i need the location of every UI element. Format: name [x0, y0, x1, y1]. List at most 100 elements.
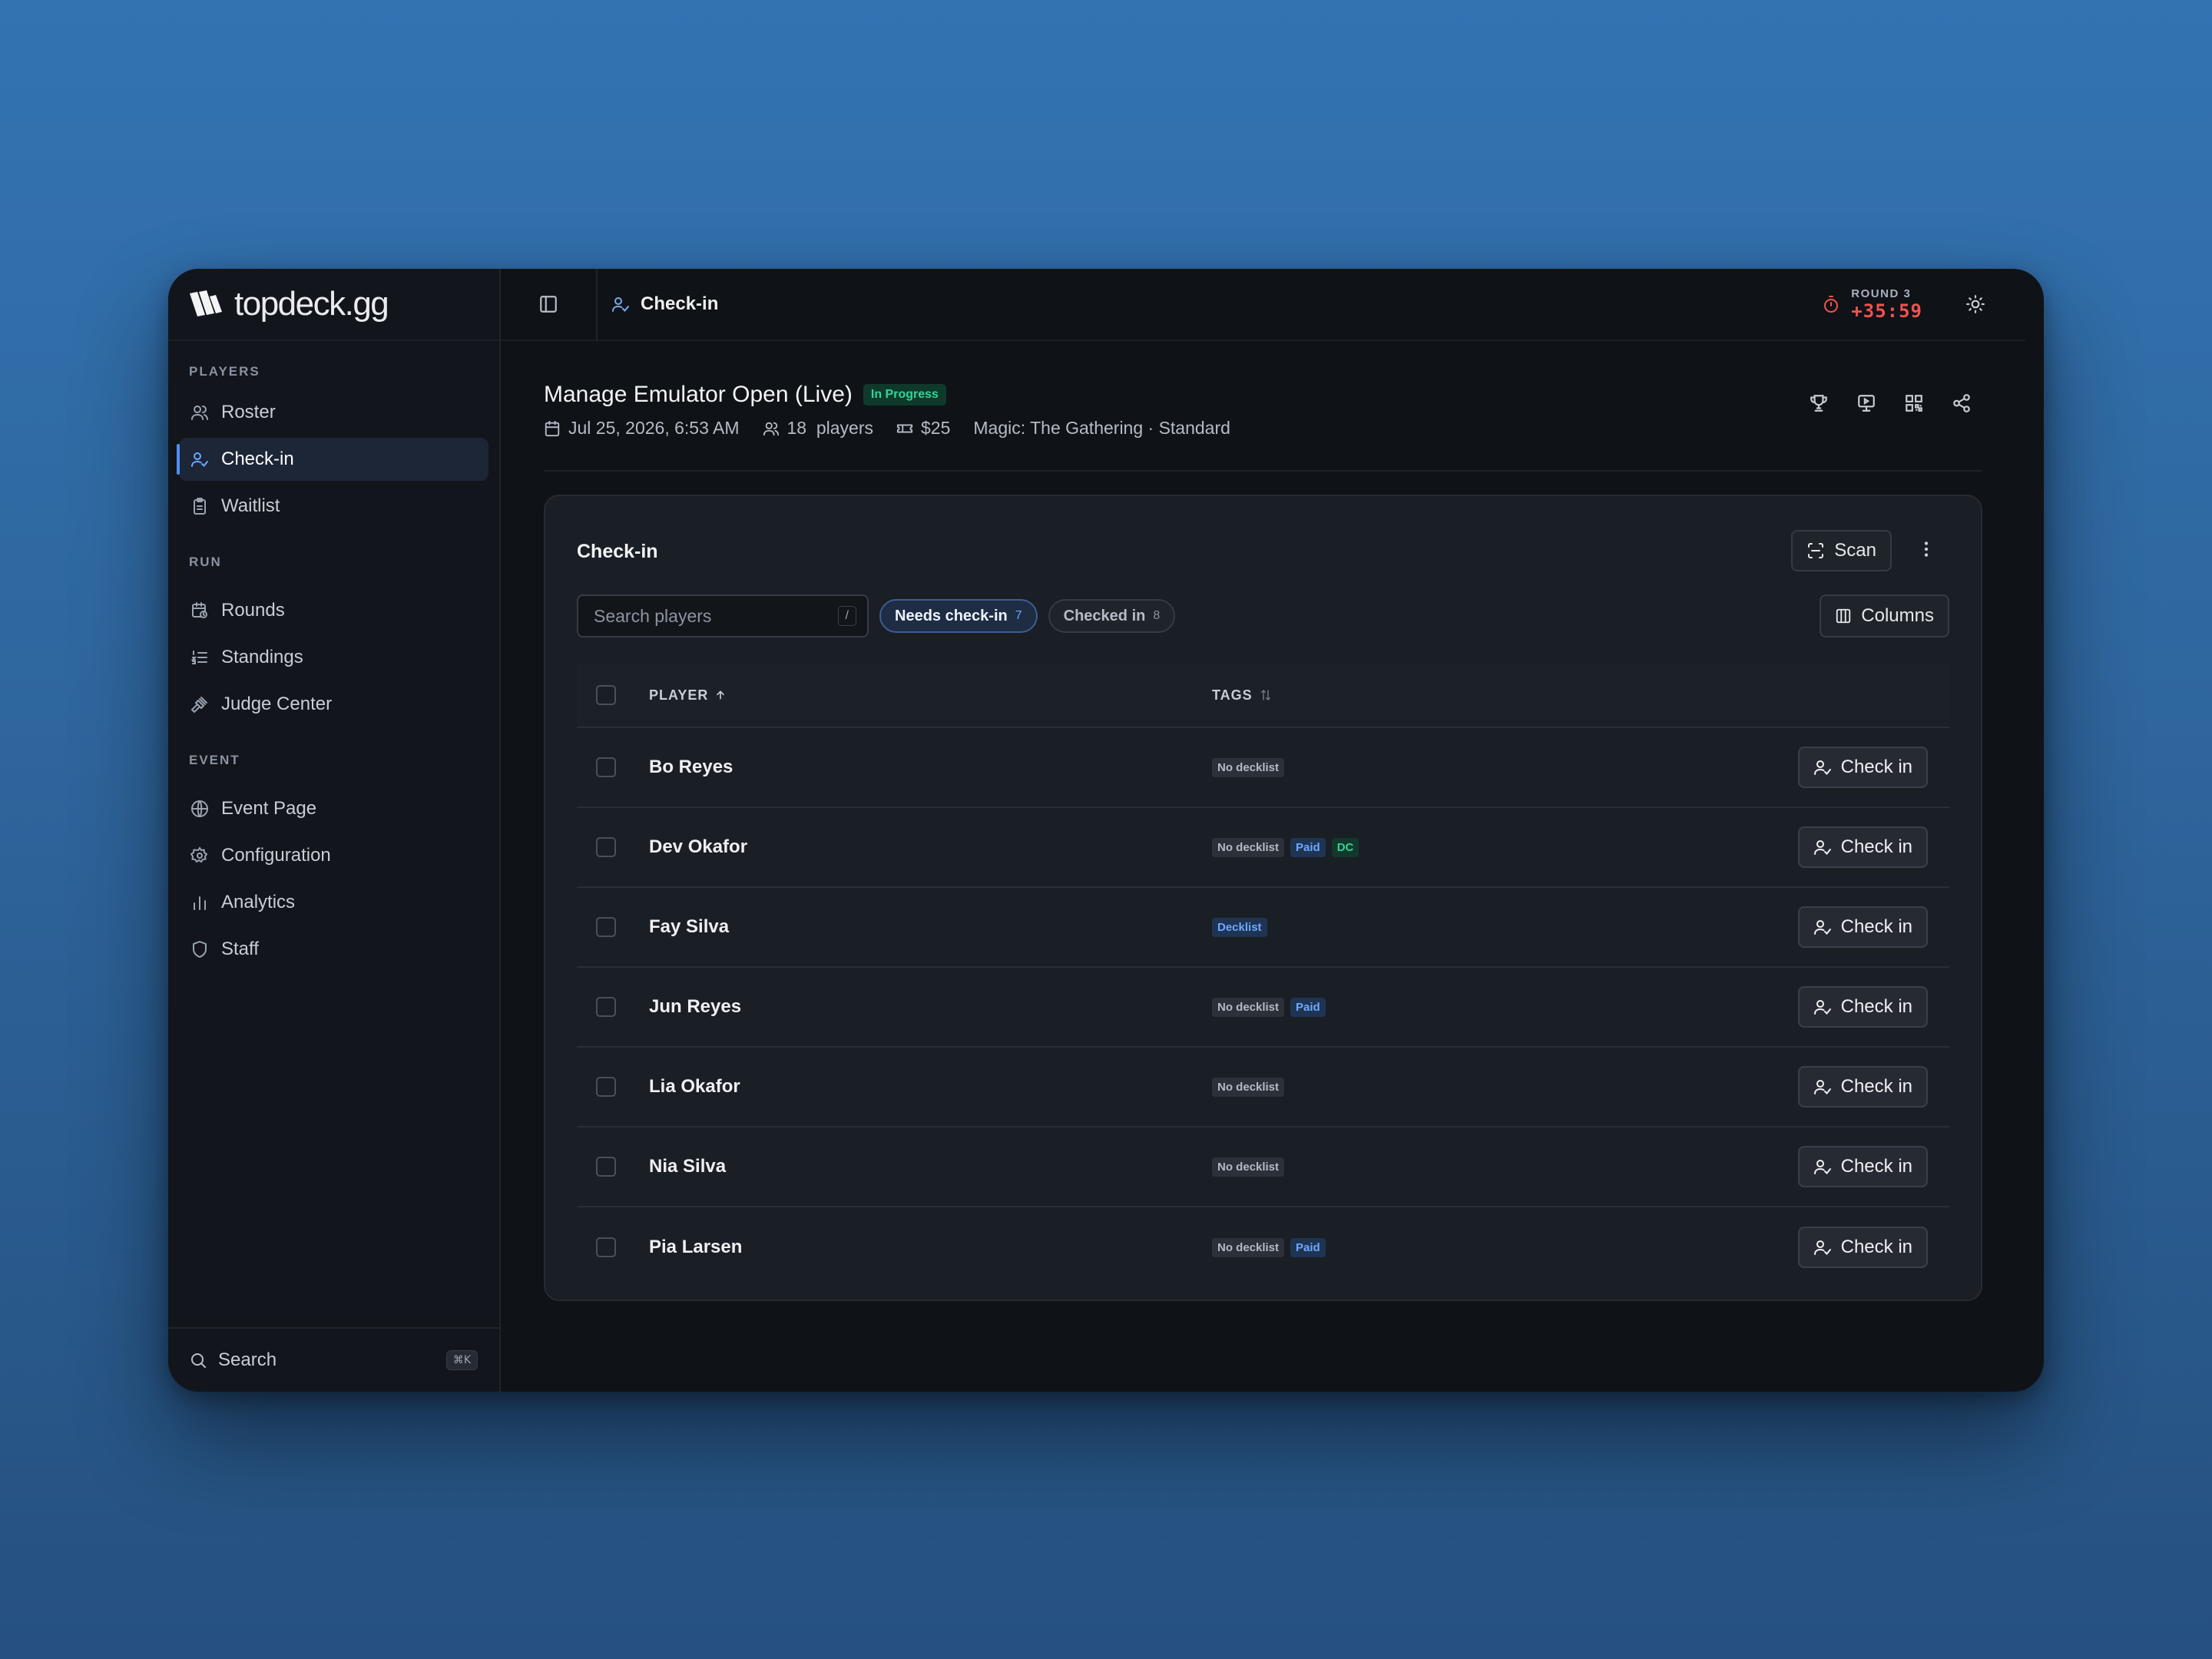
table-row: Nia Silva No decklist Check in [577, 1128, 1949, 1207]
player-cell: Jun Reyes [649, 996, 1212, 1018]
check-in-button[interactable]: Check in [1797, 1227, 1928, 1268]
present-screen-icon[interactable] [1856, 393, 1876, 413]
check-in-label: Check in [1840, 836, 1912, 857]
qr-code-icon[interactable] [1904, 393, 1924, 413]
sidebar-item-configuration[interactable]: Configuration [179, 834, 488, 877]
filter-label: Needs check-in [895, 607, 1008, 624]
trophy-icon[interactable] [1809, 393, 1829, 413]
row-select-cell [577, 1237, 649, 1257]
panel-left-icon [538, 294, 558, 314]
event-players-text: 18 players [786, 418, 874, 438]
select-all-checkbox[interactable] [596, 685, 616, 705]
card-title: Check-in [577, 541, 658, 562]
player-cell: Bo Reyes [649, 757, 1212, 778]
filter-label: Checked in [1063, 607, 1146, 624]
tag-badge: No decklist [1212, 837, 1285, 857]
round-timer[interactable]: ROUND 3 +35:59 [1822, 287, 1922, 322]
tags-cell: No decklist Paid [1212, 997, 1788, 1017]
sidebar-item-analytics[interactable]: Analytics [179, 881, 488, 924]
scan-label: Scan [1834, 540, 1876, 561]
arrow-up-icon [714, 689, 727, 701]
check-in-button[interactable]: Check in [1797, 986, 1928, 1028]
row-select-cell [577, 1157, 649, 1177]
table-row: Jun Reyes No decklist Paid Check in [577, 968, 1949, 1048]
topdeck-logo-icon [188, 289, 224, 320]
header-actions [1809, 393, 1972, 413]
sidebar-item-standings[interactable]: Standings [179, 636, 488, 679]
action-cell: Check in [1788, 986, 1949, 1028]
tag-badge: DC [1331, 837, 1359, 857]
tags-cell: No decklist [1212, 1157, 1788, 1177]
user-check-icon [189, 449, 210, 470]
tag-list: No decklist [1212, 1157, 1788, 1177]
row-checkbox[interactable] [596, 1237, 616, 1257]
event-title-row: Manage Emulator Open (Live) In Progress [544, 382, 946, 408]
filter-count: 8 [1153, 609, 1161, 622]
row-select-cell [577, 757, 649, 777]
sidebar-item-roster[interactable]: Roster [179, 391, 488, 434]
player-column-header[interactable]: PLAYER [649, 687, 1212, 704]
row-checkbox[interactable] [596, 1157, 616, 1177]
sidebar-item-label: Waitlist [221, 495, 280, 516]
filter-checked-in[interactable]: Checked in 8 [1048, 599, 1176, 633]
player-name[interactable]: Lia Okafor [649, 1076, 740, 1097]
check-in-button[interactable]: Check in [1797, 826, 1928, 868]
tags-header-label: TAGS [1212, 687, 1253, 703]
player-name[interactable]: Jun Reyes [649, 996, 741, 1017]
player-name[interactable]: Bo Reyes [649, 757, 733, 777]
share-icon[interactable] [1952, 393, 1972, 413]
event-header: Manage Emulator Open (Live) In Progress … [544, 341, 1982, 472]
player-name[interactable]: Nia Silva [649, 1156, 726, 1177]
sidebar-item-event-page[interactable]: Event Page [179, 787, 488, 830]
row-checkbox[interactable] [596, 1077, 616, 1097]
status-badge: In Progress [863, 384, 946, 406]
player-search[interactable]: / [577, 594, 869, 637]
player-name[interactable]: Pia Larsen [649, 1237, 742, 1257]
sidebar-item-rounds[interactable]: Rounds [179, 589, 488, 632]
round-info: ROUND 3 +35:59 [1851, 287, 1922, 322]
filter-needs-check-in[interactable]: Needs check-in 7 [879, 599, 1038, 633]
check-in-button[interactable]: Check in [1797, 906, 1928, 948]
tags-cell: No decklist [1212, 1077, 1788, 1097]
check-in-button[interactable]: Check in [1797, 1066, 1928, 1108]
sidebar-search[interactable]: Search ⌘K [168, 1327, 499, 1392]
more-options-button[interactable] [1916, 539, 1936, 559]
sidebar-item-check-in[interactable]: Check-in [177, 438, 488, 481]
row-checkbox[interactable] [596, 757, 616, 777]
sidebar: topdeck.gg PLAYERS Roster Check-in Waitl… [168, 269, 501, 1392]
check-in-label: Check in [1840, 1076, 1912, 1097]
sidebar-item-label: Judge Center [221, 694, 333, 714]
check-in-button[interactable]: Check in [1797, 747, 1928, 788]
sidebar-item-judge-center[interactable]: Judge Center [179, 683, 488, 726]
check-in-button[interactable]: Check in [1797, 1146, 1928, 1187]
sidebar-item-label: Standings [221, 647, 303, 667]
nav-section-event: EVENT Event Page Configuration Analytics [168, 730, 499, 971]
columns-button[interactable]: Columns [1820, 594, 1949, 637]
check-in-card: Check-in Scan / [544, 495, 1982, 1301]
sidebar-item-waitlist[interactable]: Waitlist [179, 485, 488, 528]
theme-toggle-button[interactable] [1965, 294, 1985, 314]
row-checkbox[interactable] [596, 997, 616, 1017]
sidebar-item-staff[interactable]: Staff [179, 928, 488, 971]
shield-icon [189, 939, 210, 960]
user-check-icon [1813, 838, 1832, 856]
check-in-label: Check in [1840, 1237, 1912, 1257]
filter-count: 7 [1015, 609, 1022, 622]
player-name[interactable]: Fay Silva [649, 916, 729, 937]
tag-badge: Paid [1290, 837, 1326, 857]
round-label: ROUND 3 [1851, 286, 1912, 300]
search-slash-shortcut: / [837, 606, 856, 626]
row-checkbox[interactable] [596, 837, 616, 857]
tag-list: No decklist Paid DC [1212, 837, 1788, 857]
tags-column-header[interactable]: TAGS [1212, 687, 1788, 704]
calendar-icon [544, 420, 561, 437]
row-select-cell [577, 917, 649, 937]
brand-logo[interactable]: topdeck.gg [168, 269, 499, 341]
row-checkbox[interactable] [596, 917, 616, 937]
sidebar-toggle-button[interactable] [501, 269, 598, 340]
tag-badge: No decklist [1212, 997, 1285, 1017]
player-name[interactable]: Dev Okafor [649, 836, 747, 857]
scan-button[interactable]: Scan [1791, 530, 1892, 571]
timer-icon [1822, 295, 1840, 313]
search-input[interactable] [594, 605, 838, 627]
